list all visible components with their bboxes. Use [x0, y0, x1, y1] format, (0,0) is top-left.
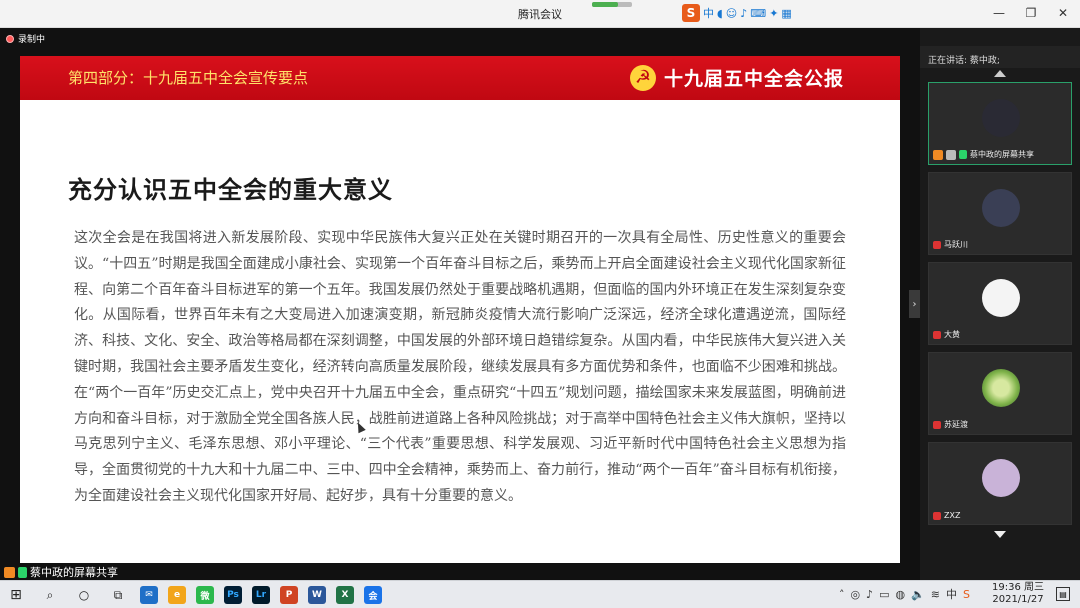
lightroom-icon[interactable]: Lr	[252, 586, 270, 604]
ime-keyboard-icon[interactable]: ⌨	[750, 7, 766, 20]
window-title: 腾讯会议	[518, 8, 562, 21]
tray-up-icon[interactable]: ˄	[839, 588, 845, 601]
search-icon[interactable]: ⌕	[38, 584, 62, 606]
participant-label: 大黄	[933, 329, 960, 340]
participant-name: 大黄	[944, 330, 960, 339]
mic-muted-icon	[933, 420, 941, 429]
wechat-icon[interactable]: 微	[196, 586, 214, 604]
slide-heading: 充分认识五中全会的重大意义	[68, 175, 393, 204]
participant-tile[interactable]: 马跃川	[928, 172, 1072, 255]
party-emblem-icon: ☭	[629, 64, 656, 91]
recording-label: 录制中	[18, 35, 46, 45]
slide-part-title: 第四部分：十九届五中全会宣传要点	[68, 69, 309, 87]
recording-indicator: 录制中	[6, 32, 45, 45]
recording-dot-icon	[6, 34, 14, 43]
taskbar: ⊞ ⌕ ○ ⧉ ✉ e 微 Ps Lr P W X 会 ˄ ◎ ♪ ▭ ◍ 🔈 …	[0, 580, 1080, 608]
avatar	[982, 99, 1020, 137]
participant-tile[interactable]: 大黄	[928, 262, 1072, 345]
ime-skin-icon[interactable]: ✦	[769, 7, 778, 20]
notification-icon[interactable]: ▤	[1056, 587, 1070, 601]
tencent-meeting-icon[interactable]: 会	[364, 586, 382, 604]
mic-muted-icon	[933, 240, 941, 249]
sogou-ime-icon[interactable]: S	[682, 4, 700, 22]
expand-panel-button[interactable]: ›	[909, 290, 920, 318]
mic-muted-icon	[933, 511, 941, 520]
participants-panel: 正在讲话: 蔡中政; 蔡中政的屏幕共享 马跃川 大黄 苏延渡 ZXZ	[920, 28, 1080, 580]
slide-brand: ☭ 十九届五中全会公报	[629, 64, 844, 91]
tray-volume-icon[interactable]: 🔈	[911, 588, 925, 601]
scroll-down-icon[interactable]	[994, 531, 1006, 538]
task-view-icon[interactable]: ⧉	[106, 584, 130, 606]
slide-brand-text: 十九届五中全会公报	[663, 68, 844, 90]
ime-voice-icon[interactable]: ♪	[740, 7, 747, 20]
clock-time: 19:36 周三	[992, 582, 1044, 593]
slide-banner: 第四部分：十九届五中全会宣传要点 ☭ 十九届五中全会公报	[20, 56, 900, 100]
clock-date: 2021/1/27	[992, 594, 1044, 605]
screen-share-icon	[946, 149, 956, 160]
tray-sogou-icon[interactable]: S	[963, 588, 970, 601]
host-icon	[933, 149, 943, 160]
tray-app-icon[interactable]: ◎	[850, 588, 860, 601]
screen: 腾讯会议 S 中 ◖ ☺ ♪ ⌨ ✦ ▦ — ❐ ✕ 第四部分：十九届五中全会宣…	[0, 0, 1080, 608]
avatar	[982, 459, 1020, 497]
tray-wifi-icon[interactable]: ≋	[931, 588, 940, 601]
ime-toolbar[interactable]: S 中 ◖ ☺ ♪ ⌨ ✦ ▦	[682, 3, 792, 23]
screen-share-label: 蔡中政的屏幕共享	[30, 566, 118, 579]
mail-icon[interactable]: ✉	[140, 586, 158, 604]
ime-emoji-icon[interactable]: ☺	[726, 7, 737, 20]
window-controls: — ❐ ✕	[992, 6, 1070, 20]
avatar	[982, 369, 1020, 407]
participant-name: 马跃川	[944, 240, 968, 249]
participant-label: 苏延渡	[933, 419, 968, 430]
participant-label: 蔡中政的屏幕共享	[933, 149, 1034, 160]
word-icon[interactable]: W	[308, 586, 326, 604]
system-clock[interactable]: 19:36 周三 2021/1/27	[992, 582, 1044, 606]
mic-muted-icon	[933, 330, 941, 339]
speaking-indicator: 正在讲话: 蔡中政;	[928, 56, 1000, 66]
cortana-icon[interactable]: ○	[72, 584, 96, 606]
title-bar: 腾讯会议 S 中 ◖ ☺ ♪ ⌨ ✦ ▦ — ❐ ✕	[0, 0, 1080, 28]
presentation-slide: 第四部分：十九届五中全会宣传要点 ☭ 十九届五中全会公报 充分认识五中全会的重大…	[20, 56, 900, 576]
participant-tile[interactable]: 苏延渡	[928, 352, 1072, 435]
mic-on-icon	[959, 150, 967, 159]
close-icon[interactable]: ✕	[1056, 6, 1070, 20]
participant-name: 苏延渡	[944, 420, 968, 429]
scroll-up-icon[interactable]	[994, 70, 1006, 77]
tray-mic-icon[interactable]: ♪	[866, 588, 873, 601]
system-tray: ˄ ◎ ♪ ▭ ◍ 🔈 ≋ 中 S	[839, 586, 970, 602]
user-icon	[4, 566, 15, 578]
ime-punct-icon[interactable]: ◖	[717, 7, 723, 20]
participant-name: ZXZ	[944, 511, 961, 520]
browser-icon[interactable]: e	[168, 586, 186, 604]
mic-on-icon	[18, 566, 27, 578]
shared-screen-area: 第四部分：十九届五中全会宣传要点 ☭ 十九届五中全会公报 充分认识五中全会的重大…	[0, 28, 920, 580]
screen-share-status: 蔡中政的屏幕共享	[4, 564, 118, 580]
windows-start-icon[interactable]: ⊞	[4, 584, 28, 606]
photoshop-icon[interactable]: Ps	[224, 586, 242, 604]
tray-ime-label[interactable]: 中	[946, 586, 957, 602]
participant-name: 蔡中政的屏幕共享	[970, 150, 1034, 159]
minimize-icon[interactable]: —	[992, 6, 1006, 20]
participant-tile[interactable]: 蔡中政的屏幕共享	[928, 82, 1072, 165]
ime-mode-label[interactable]: 中	[703, 5, 714, 21]
participant-label: 马跃川	[933, 239, 968, 250]
screen-share-bar[interactable]: 蔡中政的屏幕共享	[0, 563, 920, 580]
tray-network-icon[interactable]: ◍	[895, 588, 905, 601]
slide-paragraph: 这次全会是在我国将进入新发展阶段、实现中华民族伟大复兴正处在关键时期召开的一次具…	[74, 230, 846, 504]
restore-icon[interactable]: ❐	[1024, 6, 1038, 20]
ime-tools-icon[interactable]: ▦	[781, 7, 791, 20]
avatar	[982, 189, 1020, 227]
excel-icon[interactable]: X	[336, 586, 354, 604]
participant-tile[interactable]: ZXZ	[928, 442, 1072, 525]
taskbar-apps: ⊞ ⌕ ○ ⧉ ✉ e 微 Ps Lr P W X 会	[4, 584, 382, 606]
powerpoint-icon[interactable]: P	[280, 586, 298, 604]
avatar	[982, 279, 1020, 317]
tray-battery-icon[interactable]: ▭	[879, 588, 889, 601]
participant-label: ZXZ	[933, 511, 960, 520]
